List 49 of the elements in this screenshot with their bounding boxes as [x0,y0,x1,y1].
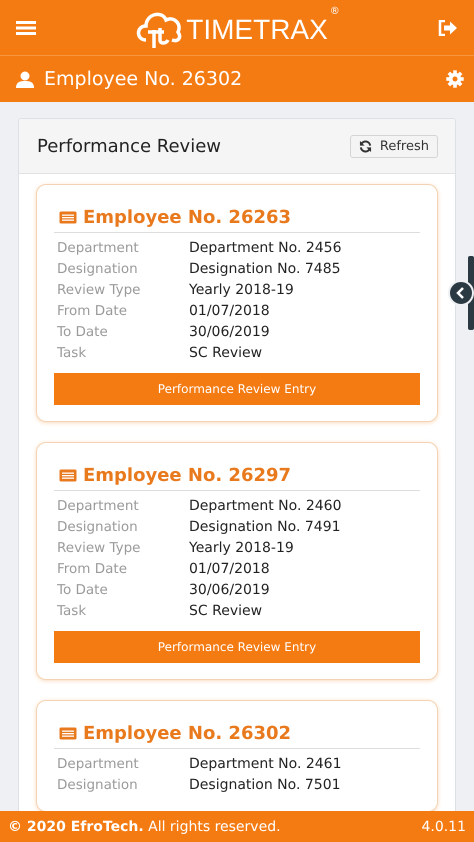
field-value: 30/06/2019 [189,582,270,598]
version-text: 4.0.11 [421,818,466,834]
field-label: Department [57,240,140,256]
side-drawer-handle[interactable] [448,256,474,330]
copyright-text: © 2020 EfroTech. All rights reserved. [8,818,281,834]
review-entry-button[interactable]: Performance Review Entry [54,631,420,663]
refresh-button[interactable]: Refresh [350,134,438,158]
field-value: Department No. 2460 [189,498,342,514]
field-label: From Date [57,560,128,576]
field-value: Department No. 2456 [189,240,342,256]
id-card-icon [59,469,77,482]
field-value: SC Review [189,602,262,618]
field-label: Review Type [57,282,142,298]
card-title: Employee No. 26263 [83,207,292,228]
field-label: Department [57,756,140,772]
review-entry-button[interactable]: Performance Review Entry [54,373,420,405]
field-label: Task [57,602,88,618]
field-label: Designation [57,518,139,534]
field-label: Task [57,344,88,360]
field-label: To Date [57,582,109,598]
field-label: To Date [57,324,109,340]
refresh-icon [358,140,372,152]
card-title: Employee No. 26297 [83,465,292,486]
field-label: Department [57,498,140,514]
logout-icon[interactable] [438,20,458,36]
id-card-icon [59,727,77,740]
field-value: 01/07/2018 [189,560,270,576]
field-value: SC Review [189,344,262,360]
field-label: Designation [57,776,139,792]
field-label: Designation [57,260,139,276]
field-value: Designation No. 7485 [189,260,341,276]
field-value: 30/06/2019 [189,324,270,340]
registered-mark: ® [330,6,340,16]
settings-icon[interactable] [446,70,464,88]
field-value: Designation No. 7491 [189,518,341,534]
card-title: Employee No. 26302 [83,723,292,744]
id-card-icon [59,211,77,224]
field-value: Designation No. 7501 [189,776,341,792]
field-label: From Date [57,302,128,318]
field-value: 01/07/2018 [189,302,270,318]
field-value: Yearly 2018-19 [189,540,294,556]
user-icon [16,70,34,88]
field-value: Department No. 2461 [189,756,342,772]
menu-icon[interactable] [16,20,36,36]
field-value: Yearly 2018-19 [189,282,294,298]
employee-title: Employee No. 26302 [44,68,242,90]
field-label: Review Type [57,540,142,556]
panel-title: Performance Review [37,136,222,156]
logo-text: TIMETRAX [186,16,328,44]
